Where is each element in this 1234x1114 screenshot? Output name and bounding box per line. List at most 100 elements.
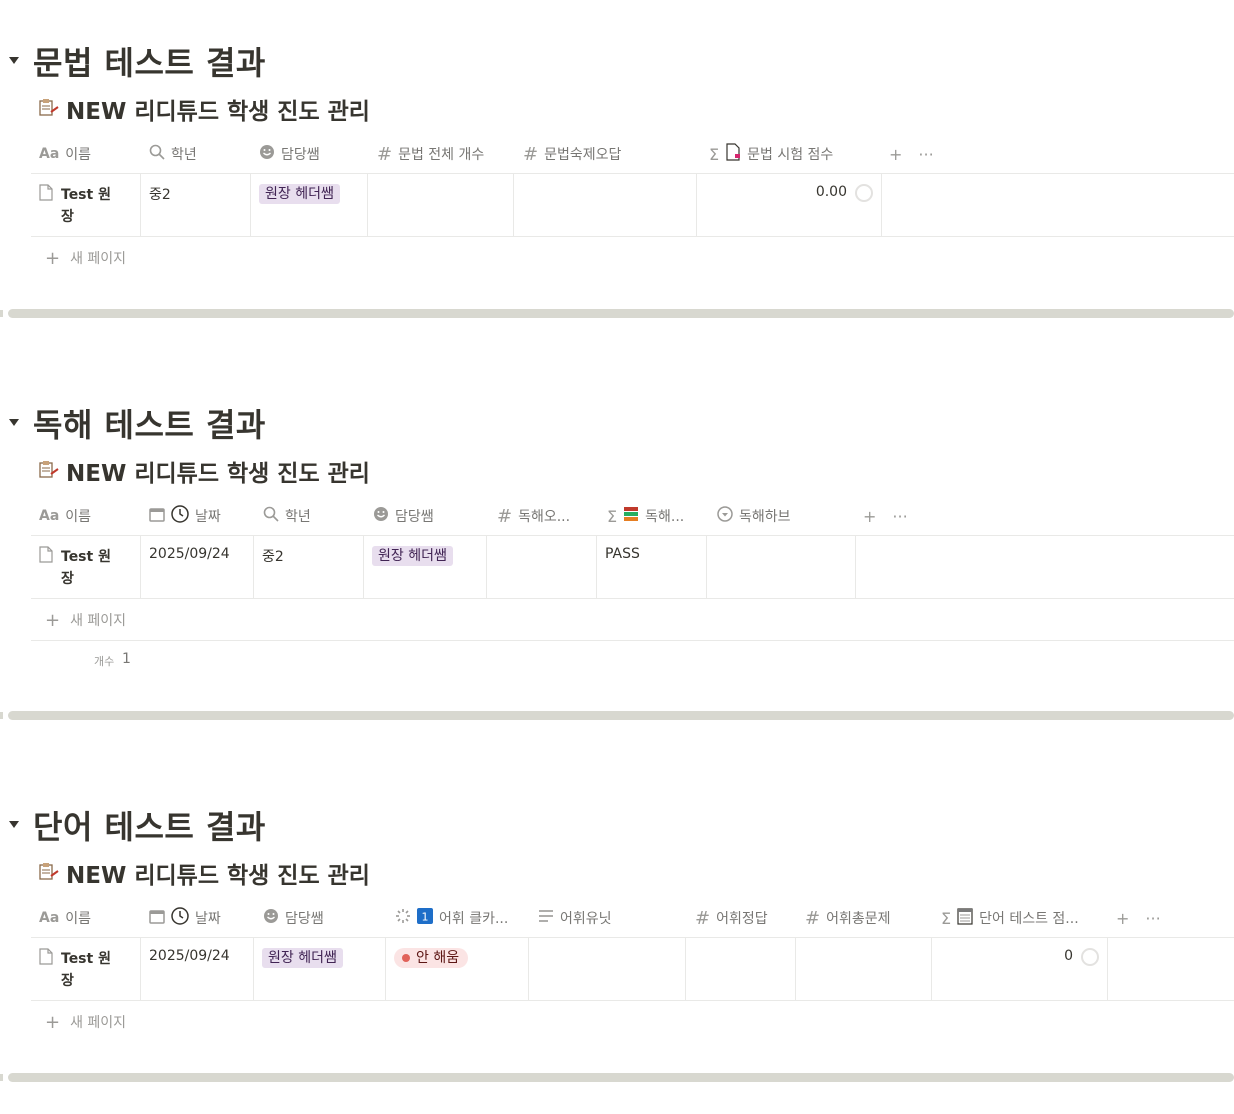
more-options-button[interactable]: ···	[918, 145, 933, 164]
books-icon	[623, 506, 639, 526]
column-header-reading-wrong[interactable]: # 독해오...	[489, 497, 605, 535]
date-cell[interactable]: 2025/09/24	[141, 536, 254, 598]
calendar-icon	[149, 506, 165, 526]
vocab-unit-cell[interactable]	[529, 938, 686, 1000]
new-page-button[interactable]: + 새 페이지	[31, 237, 1234, 279]
column-header-vocab-unit[interactable]: 어휘유닛	[530, 899, 688, 937]
column-header-date[interactable]: 날짜	[141, 497, 261, 535]
teacher-tag: 원장 헤더쌤	[372, 546, 453, 566]
name-cell[interactable]: Test 원장	[31, 536, 141, 598]
table-row[interactable]: Test 원장 2025/09/24 원장 헤더쌤 안 해움 0	[31, 938, 1234, 1001]
keycap-one-icon: 1	[417, 908, 433, 928]
toggle-caret-icon[interactable]	[8, 416, 20, 428]
text-type-icon: Aa	[39, 910, 60, 926]
column-header-teacher[interactable]: 담당쌤	[251, 135, 375, 173]
more-options-button[interactable]: ···	[1145, 909, 1160, 928]
column-header-name[interactable]: Aa 이름	[31, 135, 147, 173]
column-header-teacher[interactable]: 담당쌤	[365, 497, 493, 535]
column-header-grade[interactable]: 학년	[141, 135, 257, 173]
column-header-grammar-score[interactable]: Σ 문법 시험 점수	[701, 135, 889, 173]
toggle-caret-icon[interactable]	[8, 818, 20, 830]
divider	[0, 1073, 1234, 1082]
add-column-button[interactable]: +	[863, 507, 876, 526]
column-header-reading-result[interactable]: Σ 독해...	[599, 497, 715, 535]
teacher-cell[interactable]: 원장 헤더쌤	[364, 536, 487, 598]
chevron-circle-icon	[717, 506, 733, 526]
score-value: 0.00	[815, 184, 847, 200]
column-header-teacher[interactable]: 담당쌤	[255, 899, 391, 937]
database-title[interactable]: NEW 리디튜드 학생 진도 관리	[38, 858, 370, 889]
database-title[interactable]: NEW 리디튜드 학생 진도 관리	[38, 94, 370, 125]
teacher-tag: 원장 헤더쌤	[259, 184, 340, 204]
grade-cell[interactable]: 중2	[141, 174, 251, 236]
vocab-correct-cell[interactable]	[686, 938, 796, 1000]
search-icon	[263, 506, 279, 526]
count-footer[interactable]: 개수 1	[31, 640, 1234, 681]
text-type-icon: Aa	[39, 146, 60, 162]
column-header-grammar-total[interactable]: # 문법 전체 개수	[369, 135, 521, 173]
grammar-total-cell[interactable]	[368, 174, 514, 236]
loading-icon	[395, 908, 411, 928]
reading-hub-cell[interactable]	[707, 536, 856, 598]
add-column-button[interactable]: +	[1116, 909, 1129, 928]
row-name: Test 원장	[61, 549, 111, 587]
column-header-grammar-wrong[interactable]: # 문법숙제오답	[515, 135, 703, 173]
column-header-vocab-class[interactable]: 1 어휘 클카...	[387, 899, 535, 937]
column-header-vocab-score[interactable]: Σ 단어 테스트 점...	[933, 899, 1113, 937]
reading-result-cell[interactable]: PASS	[597, 536, 707, 598]
document-icon	[725, 143, 741, 165]
vocab-total-cell[interactable]	[796, 938, 932, 1000]
column-header-vocab-correct[interactable]: # 어휘정답	[687, 899, 803, 937]
notepad-icon	[957, 907, 973, 929]
plus-icon: +	[45, 1011, 61, 1033]
vocab-score-cell[interactable]: 0	[932, 938, 1108, 1000]
count-label: 개수	[94, 655, 115, 668]
count-value: 1	[122, 651, 131, 667]
column-header-name[interactable]: Aa 이름	[31, 899, 147, 937]
name-cell[interactable]: Test 원장	[31, 174, 141, 236]
smiley-icon	[263, 908, 279, 928]
column-header-grade[interactable]: 학년	[255, 497, 371, 535]
more-options-button[interactable]: ···	[892, 507, 907, 526]
grammar-score-cell[interactable]: 0.00	[697, 174, 882, 236]
section-heading: 독해 테스트 결과	[33, 406, 266, 444]
grade-cell[interactable]: 중2	[254, 536, 364, 598]
column-header-date[interactable]: 날짜	[141, 899, 261, 937]
teacher-cell[interactable]: 원장 헤더쌤	[254, 938, 386, 1000]
section-heading: 문법 테스트 결과	[33, 44, 266, 82]
status-badge: 안 해움	[394, 948, 469, 968]
number-icon: #	[523, 143, 539, 165]
calendar-icon	[149, 908, 165, 928]
table-header: Aa 이름 날짜 담당쌤 1 어휘 클카... 어휘유닛 # 어휘정답 # 어휘…	[31, 899, 1234, 938]
name-cell[interactable]: Test 원장	[31, 938, 141, 1000]
new-page-button[interactable]: + 새 페이지	[31, 599, 1234, 641]
column-header-vocab-total[interactable]: # 어휘총문제	[797, 899, 939, 937]
column-header-name[interactable]: Aa 이름	[31, 497, 147, 535]
text-lines-icon	[538, 909, 554, 927]
plus-icon: +	[45, 609, 61, 631]
clipboard-icon	[38, 459, 60, 483]
database-title[interactable]: NEW 리디튜드 학생 진도 관리	[38, 456, 370, 487]
toggle-caret-icon[interactable]	[8, 54, 20, 66]
table-row[interactable]: Test 원장 2025/09/24 중2 원장 헤더쌤 PASS	[31, 536, 1234, 599]
clipboard-icon	[38, 861, 60, 885]
number-icon: #	[497, 505, 513, 527]
date-cell[interactable]: 2025/09/24	[141, 938, 254, 1000]
column-header-reading-hub[interactable]: 독해하브	[709, 497, 865, 535]
progress-ring-icon	[855, 184, 873, 202]
reading-wrong-cell[interactable]	[487, 536, 597, 598]
table-row[interactable]: Test 원장 중2 원장 헤더쌤 0.00	[31, 174, 1234, 237]
vocab-class-cell[interactable]: 안 해움	[386, 938, 529, 1000]
clock-icon	[171, 505, 189, 527]
search-icon	[149, 144, 165, 164]
page-icon	[39, 184, 53, 226]
new-page-button[interactable]: + 새 페이지	[31, 1001, 1234, 1043]
divider	[0, 309, 1234, 318]
page-icon	[39, 546, 53, 588]
database-title-text: NEW 리디튜드 학생 진도 관리	[66, 99, 370, 125]
teacher-cell[interactable]: 원장 헤더쌤	[251, 174, 368, 236]
add-column-button[interactable]: +	[889, 145, 902, 164]
sigma-icon: Σ	[941, 908, 952, 928]
grammar-wrong-cell[interactable]	[514, 174, 697, 236]
svg-text:1: 1	[422, 911, 429, 924]
